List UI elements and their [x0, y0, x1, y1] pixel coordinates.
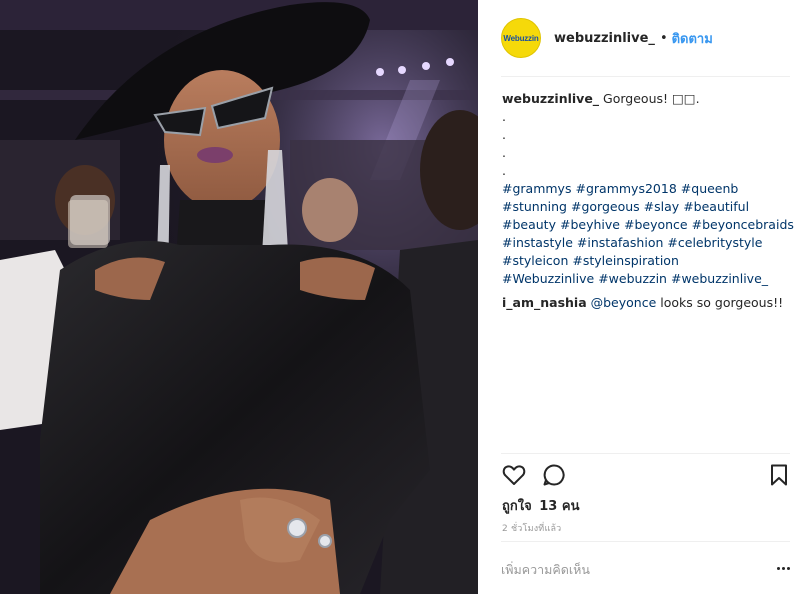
hashtag-link[interactable]: #beauty	[502, 217, 556, 232]
likes-number: 13 คน	[539, 499, 580, 514]
add-comment-input[interactable]	[501, 555, 769, 583]
follow-button[interactable]: ติดตาม	[672, 28, 713, 49]
header-separator: •	[659, 30, 668, 46]
hashtag-link[interactable]: #webuzzinlive_	[671, 271, 768, 286]
header-divider	[501, 76, 790, 77]
hashtag-link[interactable]: #beyonce	[624, 217, 688, 232]
post-photo[interactable]	[0, 0, 478, 594]
caption-line: webuzzinlive_ Gorgeous! □□.	[502, 90, 792, 108]
hashtag-link[interactable]: #beautiful	[683, 199, 749, 214]
hashtag-link[interactable]: #queenb	[681, 181, 739, 196]
hashtag-link[interactable]: #styleicon	[502, 253, 568, 268]
hashtag-link[interactable]: #celebritystyle	[667, 235, 762, 250]
more-dots-icon	[776, 566, 780, 570]
hashtag-link[interactable]: #gorgeous	[571, 199, 640, 214]
likes-label: ถูกใจ	[502, 499, 532, 514]
comment-divider	[501, 541, 790, 542]
hashtag-link[interactable]: #styleinspiration	[572, 253, 679, 268]
hashtag-link[interactable]: #instastyle	[502, 235, 573, 250]
actions-divider	[501, 453, 790, 454]
hashtag-link[interactable]: #slay	[644, 199, 680, 214]
author-avatar[interactable]: Webuzzin	[501, 18, 541, 58]
caption-area: webuzzinlive_ Gorgeous! □□. . . . . #gra…	[502, 90, 794, 312]
hashtag-link[interactable]: #stunning	[502, 199, 567, 214]
photo-illustration	[0, 0, 478, 594]
comment-button[interactable]	[541, 462, 567, 488]
comment-mention[interactable]: @beyonce	[591, 295, 657, 310]
hashtag-link[interactable]: #Webuzzinlive	[502, 271, 594, 286]
caption-text: Gorgeous! □□.	[603, 91, 700, 106]
post-side-panel: Webuzzin webuzzinlive_ • ติดตาม webuzzin…	[478, 0, 810, 594]
post-header: Webuzzin webuzzinlive_ • ติดตาม	[478, 0, 810, 76]
save-button[interactable]	[766, 462, 792, 488]
caption-dot: .	[502, 163, 506, 178]
post-timestamp[interactable]: 2 ชั่วโมงที่แล้ว	[502, 521, 561, 535]
hashtag-list: #grammys #grammys2018 #queenb #stunning #go…	[502, 180, 794, 288]
caption-dot: .	[502, 145, 506, 160]
like-button[interactable]	[501, 462, 527, 488]
avatar-logo-text: Webuzzin	[503, 33, 539, 43]
hashtag-link[interactable]: #grammys	[502, 181, 571, 196]
hashtag-link[interactable]: #beyhive	[560, 217, 620, 232]
hashtag-link[interactable]: #grammys2018	[575, 181, 676, 196]
author-username[interactable]: webuzzinlive_	[554, 31, 655, 46]
hashtag-link[interactable]: #beyoncebraids	[692, 217, 794, 232]
caption-username[interactable]: webuzzinlive_	[502, 91, 599, 106]
comment-text: looks so gorgeous!!	[660, 295, 784, 310]
likes-count[interactable]: ถูกใจ 13 คน	[502, 495, 579, 516]
heart-icon	[502, 465, 526, 485]
caption-dot: .	[502, 109, 506, 124]
hashtag-link[interactable]: #webuzzin	[598, 271, 667, 286]
comment-item: i_am_nashia @beyonce looks so gorgeous!!	[502, 294, 792, 312]
more-options-button[interactable]	[773, 558, 793, 578]
comment-username[interactable]: i_am_nashia	[502, 295, 587, 310]
comment-bubble-icon	[543, 464, 565, 486]
action-bar	[501, 462, 792, 490]
caption-dot: .	[502, 127, 506, 142]
bookmark-icon	[771, 464, 787, 486]
hashtag-link[interactable]: #instafashion	[577, 235, 663, 250]
